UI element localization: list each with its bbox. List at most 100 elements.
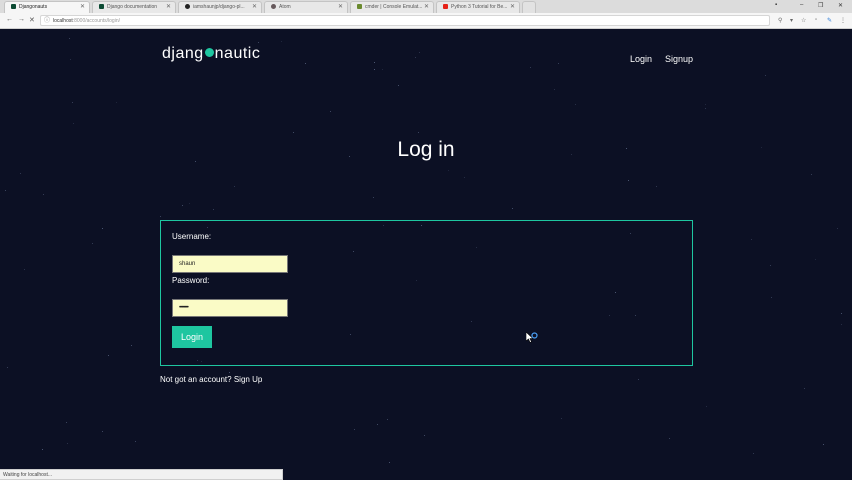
star-dot xyxy=(281,41,282,42)
tab-django-docs[interactable]: Django documentation ✕ xyxy=(92,1,176,13)
page-info-icon[interactable]: ⓘ xyxy=(44,16,50,26)
star-dot xyxy=(561,418,562,419)
signup-link[interactable]: Sign Up xyxy=(234,375,262,384)
zoom-icon[interactable]: ⚲ xyxy=(778,17,782,24)
star-dot xyxy=(234,186,235,187)
tab-label: Atom xyxy=(279,4,291,10)
close-window-icon[interactable]: ✕ xyxy=(838,2,843,9)
bookmark-star-icon[interactable]: ☆ xyxy=(801,17,806,24)
close-tab-icon[interactable]: ✕ xyxy=(510,2,515,13)
star-dot xyxy=(751,239,752,240)
username-input[interactable]: shaun xyxy=(172,255,288,273)
star-dot xyxy=(131,345,132,346)
tab-label: iamshaunjp/django-pl... xyxy=(193,4,245,10)
back-icon[interactable]: ← xyxy=(6,16,13,23)
browser-toolbar: ← → ✕ ⓘ localhost:8000/accounts/login/ ⚲… xyxy=(0,13,852,29)
star-dot xyxy=(213,209,214,210)
login-submit-button[interactable]: Login xyxy=(172,326,212,348)
star-dot xyxy=(305,63,306,64)
star-dot xyxy=(70,59,71,60)
close-tab-icon[interactable]: ✕ xyxy=(252,2,257,13)
nav-signup-link[interactable]: Signup xyxy=(665,54,693,64)
close-tab-icon[interactable]: ✕ xyxy=(424,2,429,13)
star-dot xyxy=(771,297,772,298)
star-dot xyxy=(770,265,771,266)
star-dot xyxy=(258,42,259,43)
star-dot xyxy=(293,132,294,133)
filter-icon[interactable]: ▾ xyxy=(790,17,793,24)
signup-prompt: Not got an account? Sign Up xyxy=(160,375,262,384)
extension-pen-icon[interactable]: ✎ xyxy=(827,17,832,24)
star-dot xyxy=(374,62,375,63)
tab-label: Django documentation xyxy=(107,4,158,10)
password-input[interactable]: •••••••• xyxy=(172,299,288,317)
star-dot xyxy=(656,186,657,187)
star-dot xyxy=(92,243,93,244)
django-favicon-icon xyxy=(99,4,104,10)
logo-text-right: nautic xyxy=(214,45,261,62)
forward-icon[interactable]: → xyxy=(18,16,25,23)
site-logo[interactable]: djang nautic xyxy=(162,45,260,63)
close-tab-icon[interactable]: ✕ xyxy=(80,2,85,13)
star-dot xyxy=(229,372,230,373)
tab-atom[interactable]: Atom ✕ xyxy=(264,1,348,13)
close-tab-icon[interactable]: ✕ xyxy=(166,2,171,13)
star-dot xyxy=(398,85,399,86)
tab-github[interactable]: iamshaunjp/django-pl... ✕ xyxy=(178,1,262,13)
star-dot xyxy=(705,104,706,105)
star-dot xyxy=(66,422,67,423)
star-dot xyxy=(419,52,420,53)
cmder-favicon-icon xyxy=(357,4,362,10)
tab-label: Djangonauts xyxy=(19,4,48,10)
stop-loading-icon[interactable]: ✕ xyxy=(29,16,35,24)
star-dot xyxy=(102,431,103,432)
star-dot xyxy=(575,104,576,105)
minimize-icon[interactable]: – xyxy=(800,2,803,8)
star-dot xyxy=(841,313,842,314)
nav-login-link[interactable]: Login xyxy=(630,54,652,64)
password-label: Password: xyxy=(172,276,210,285)
tab-label: cmder | Console Emulat... xyxy=(365,4,423,10)
tab-cmder[interactable]: cmder | Console Emulat... ✕ xyxy=(350,1,434,13)
extension-icon[interactable]: ▫ xyxy=(815,17,817,23)
github-favicon-icon xyxy=(185,4,190,10)
url-host: localhost xyxy=(53,18,73,24)
star-dot xyxy=(418,132,419,133)
star-dot xyxy=(558,63,559,64)
mouse-cursor-busy-icon xyxy=(525,331,538,349)
menu-icon[interactable]: ⋮ xyxy=(840,17,846,24)
star-dot xyxy=(530,67,531,68)
profile-icon[interactable]: ▪ xyxy=(775,2,777,8)
star-dot xyxy=(554,89,555,90)
restore-icon[interactable]: ❐ xyxy=(818,2,823,9)
star-dot xyxy=(753,453,754,454)
atom-favicon-icon xyxy=(271,4,276,10)
star-dot xyxy=(67,443,68,444)
star-dot xyxy=(43,194,44,195)
star-dot xyxy=(377,424,378,425)
star-dot xyxy=(415,57,416,58)
star-dot xyxy=(116,102,117,103)
star-dot xyxy=(42,449,43,450)
tab-djangonauts[interactable]: Djangonauts ✕ xyxy=(4,1,90,13)
tab-youtube[interactable]: Python 3 Tutorial for Be... ✕ xyxy=(436,1,520,13)
star-dot xyxy=(706,406,707,407)
close-tab-icon[interactable]: ✕ xyxy=(338,2,343,13)
star-dot xyxy=(823,444,824,445)
star-dot xyxy=(20,173,21,174)
star-dot xyxy=(24,269,25,270)
star-dot xyxy=(448,170,449,171)
star-dot xyxy=(102,228,103,229)
logo-text-left: djang xyxy=(162,45,204,62)
star-dot xyxy=(804,388,805,389)
star-dot xyxy=(705,108,706,109)
star-dot xyxy=(669,438,670,439)
star-dot xyxy=(389,462,390,463)
url-bar[interactable]: ⓘ localhost:8000/accounts/login/ xyxy=(40,15,770,26)
youtube-favicon-icon xyxy=(443,4,448,10)
star-dot xyxy=(330,111,331,112)
star-dot xyxy=(841,324,842,325)
star-dot xyxy=(424,435,425,436)
new-tab-button[interactable] xyxy=(522,1,536,13)
star-dot xyxy=(382,69,383,70)
